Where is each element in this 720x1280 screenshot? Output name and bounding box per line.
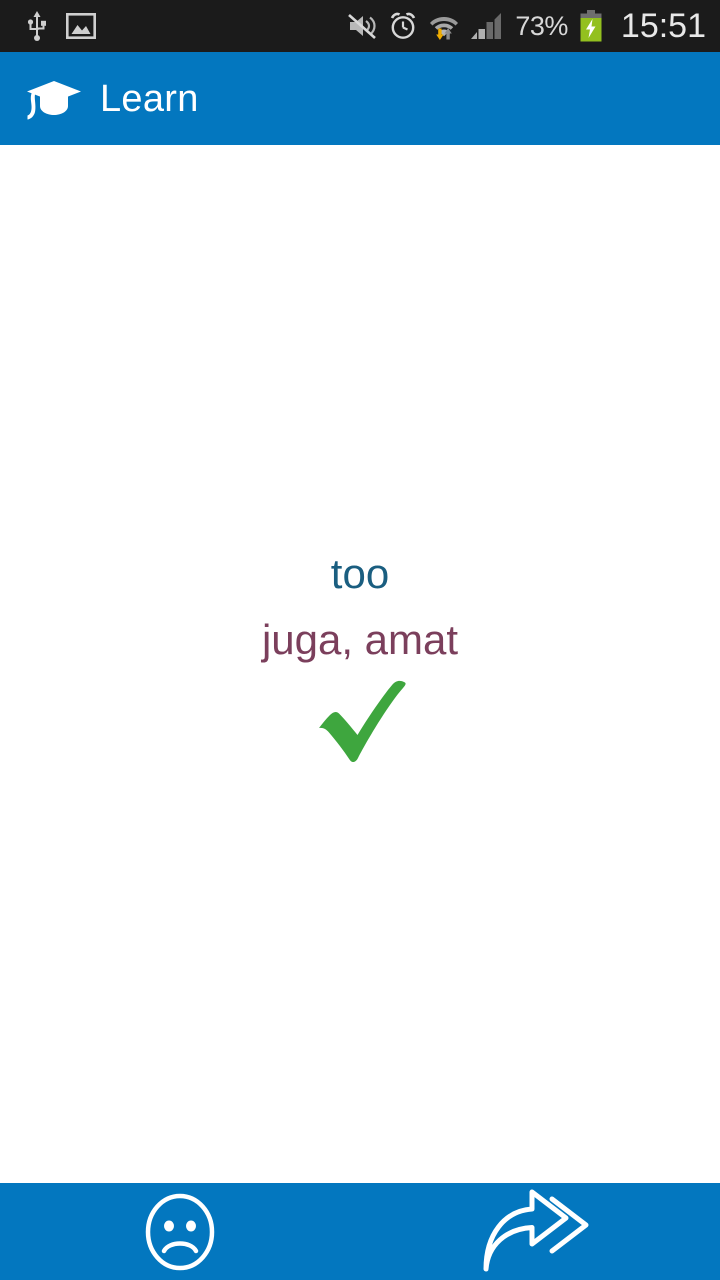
flashcard: too juga, amat <box>0 549 720 763</box>
flashcard-area: too juga, amat <box>0 145 720 1183</box>
forward-arrow-icon <box>480 1189 600 1275</box>
green-check-icon <box>312 678 408 763</box>
battery-percent-label: 73% <box>515 10 568 41</box>
next-card-button[interactable] <box>360 1183 720 1280</box>
mark-wrong-button[interactable] <box>0 1183 360 1280</box>
usb-icon <box>24 11 50 41</box>
page-title: Learn <box>100 77 199 120</box>
app-screen: 73% 15:51 Learn too juga, amat <box>0 0 720 1280</box>
status-bar-right-icons: 73% 15:51 <box>347 9 706 43</box>
flashcard-term: too <box>330 550 390 597</box>
app-bar: Learn <box>0 52 720 145</box>
battery-charging-icon <box>579 10 603 42</box>
volume-muted-icon <box>347 12 377 40</box>
status-bar-clock: 15:51 <box>620 7 706 45</box>
flashcard-translation: juga, amat <box>261 615 459 663</box>
cellular-signal-icon <box>470 11 504 41</box>
screenshot-image-icon <box>65 12 96 39</box>
bottom-action-bar <box>0 1183 720 1280</box>
sad-face-icon <box>138 1190 222 1274</box>
status-bar: 73% 15:51 <box>0 0 720 52</box>
status-bar-left-icons <box>24 11 96 41</box>
alarm-clock-icon <box>388 11 418 41</box>
wifi-transfer-icon <box>429 11 459 41</box>
graduation-cap-icon <box>26 77 82 121</box>
